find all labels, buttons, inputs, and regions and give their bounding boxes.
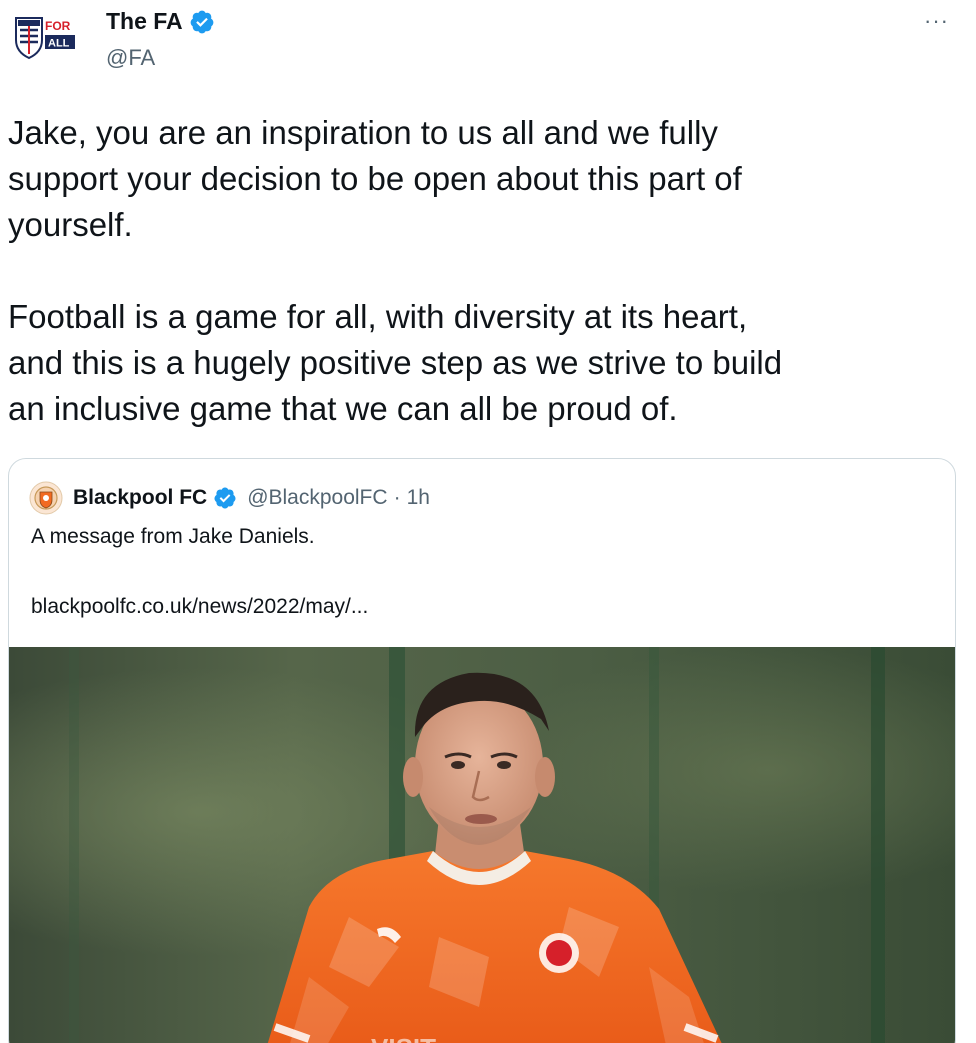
tweet-paragraph-1: Jake, you are an inspiration to us all a…: [8, 114, 742, 243]
fa-avatar[interactable]: FOR ALL: [12, 14, 80, 60]
quoted-author-name[interactable]: Blackpool FC: [73, 486, 207, 510]
shirt-text: VISIT: [371, 1033, 436, 1043]
quoted-tweet-header: Blackpool FC @BlackpoolFC · 1h: [29, 481, 430, 515]
quoted-timestamp[interactable]: 1h: [407, 486, 430, 510]
quoted-tweet-text: A message from Jake Daniels.: [31, 525, 315, 548]
badge-for-text: FOR: [45, 19, 71, 33]
badge-all-text: ALL: [48, 38, 70, 50]
player-photo[interactable]: VISIT: [9, 647, 956, 1043]
tweet-paragraph-2: Football is a game for all, with diversi…: [8, 298, 783, 427]
verified-badge-icon: [190, 10, 214, 33]
author-name[interactable]: The FA: [106, 8, 183, 35]
author-handle[interactable]: @FA: [106, 45, 155, 71]
quoted-author-handle[interactable]: @BlackpoolFC: [247, 486, 387, 510]
quoted-tweet-link[interactable]: blackpoolfc.co.uk/news/2022/may/...: [31, 595, 368, 619]
blackpool-avatar[interactable]: [29, 481, 63, 515]
author-name-row: The FA: [106, 8, 215, 35]
tweet-header: FOR ALL The FA @FA ···: [0, 0, 976, 80]
quoted-tweet-card[interactable]: Blackpool FC @BlackpoolFC · 1h A message…: [8, 458, 956, 1043]
quoted-verified-badge-icon: [214, 487, 236, 509]
more-options-button[interactable]: ···: [924, 8, 949, 34]
tweet-text: Jake, you are an inspiration to us all a…: [8, 110, 948, 432]
quoted-separator: ·: [393, 486, 401, 509]
